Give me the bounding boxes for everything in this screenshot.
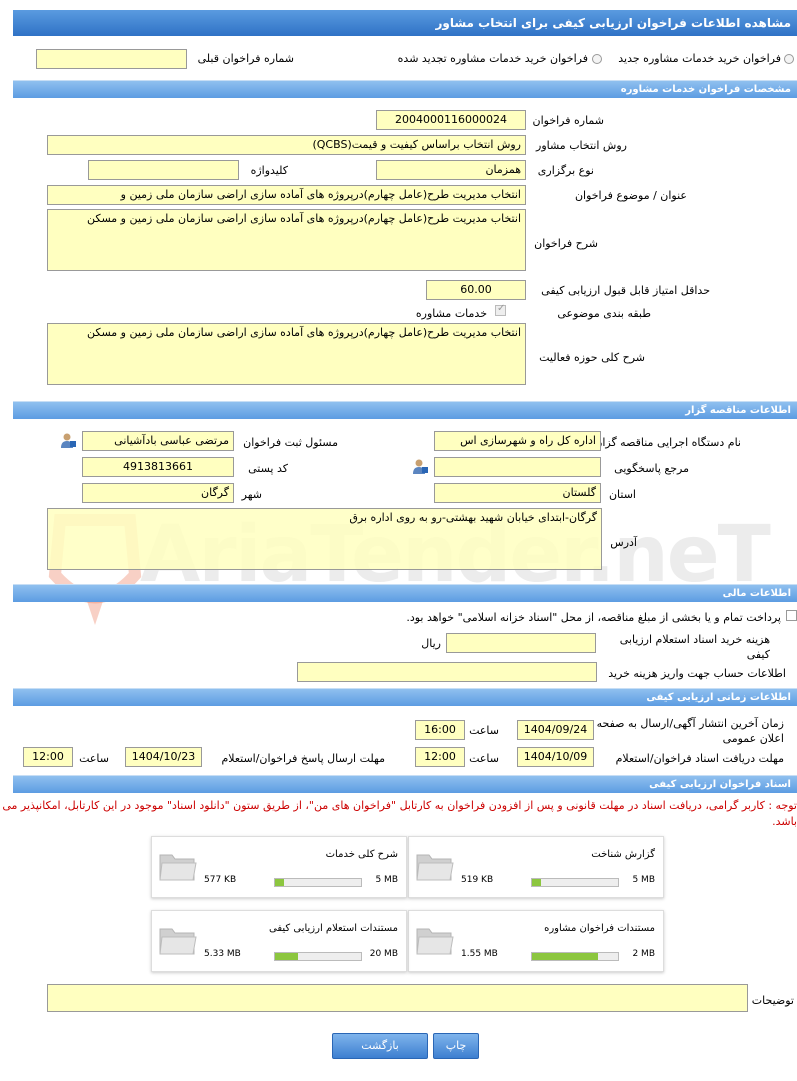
doc-card[interactable]: گزارش شناخت 519 KB 5 MB <box>408 836 664 898</box>
keyword-label: کلیدواژه <box>250 164 288 177</box>
doc-card-used: 519 KB <box>461 875 494 885</box>
doc-card-progress <box>274 952 362 961</box>
prev-number-label: شماره فراخوان قبلی <box>197 52 294 65</box>
fee-unit: ریال <box>421 637 441 650</box>
doc-card-title: مستندات فراخوان مشاوره <box>544 923 655 934</box>
publish-time-label: ساعت <box>469 724 499 737</box>
page-title: مشاهده اطلاعات فراخوان ارزیابی کیفی برای… <box>13 10 797 36</box>
doc-card-used: 1.55 MB <box>461 949 498 959</box>
print-button[interactable]: چاپ <box>433 1033 479 1059</box>
doc-card-progress <box>274 878 362 887</box>
doc-card-title: شرح کلی خدمات <box>325 849 398 860</box>
org-field: اداره کل راه و شهرسازی اس <box>434 431 601 451</box>
publish-label: زمان آخرین انتشار آگهی/ارسال به صفحه اعل… <box>596 717 784 745</box>
scope-label: شرح کلی حوزه فعالیت <box>539 351 645 364</box>
radio-new-label: فراخوان خرید خدمات مشاوره جدید <box>618 52 781 65</box>
doc-card-progress <box>531 878 619 887</box>
fee-field <box>446 633 596 653</box>
postal-label: کد پستی <box>248 462 288 475</box>
treasury-checkbox[interactable] <box>786 610 797 621</box>
reply-time-field: 12:00 <box>23 747 73 767</box>
subject-field: انتخاب مدیریت طرح(عامل چهارم)درپروژه های… <box>47 185 526 205</box>
doc-card-max: 5 MB <box>632 875 655 885</box>
doc-card-progress <box>531 952 619 961</box>
scope-field: انتخاب مدیریت طرح(عامل چهارم)درپروژه های… <box>47 323 526 385</box>
minscore-label: حداقل امتیاز قابل قبول ارزیابی کیفی <box>541 284 710 297</box>
treasury-text: پرداخت تمام و یا بخشی از مبلغ مناقصه، از… <box>406 611 781 624</box>
doc-card-used: 5.33 MB <box>204 949 241 959</box>
section-header-tenderer: اطلاعات مناقصه گزار <box>13 401 797 419</box>
radio-new-consulting[interactable] <box>784 54 794 64</box>
radio-renewed-consulting[interactable] <box>592 54 602 64</box>
type-label: نوع برگزاری <box>537 164 594 177</box>
account-label: اطلاعات حساب جهت واریز هزینه خرید <box>608 667 786 680</box>
receive-label: مهلت دریافت اسناد فراخوان/استعلام <box>615 752 784 765</box>
postal-field: 4913813661 <box>82 457 234 477</box>
publish-time-field: 16:00 <box>415 720 465 740</box>
folder-icon <box>159 928 197 955</box>
doc-card-max: 5 MB <box>375 875 398 885</box>
doc-card-used: 577 KB <box>204 875 237 885</box>
method-label: روش انتخاب مشاور <box>536 139 627 152</box>
doc-card-max: 20 MB <box>369 949 398 959</box>
doc-card[interactable]: مستندات فراخوان مشاوره 1.55 MB 2 MB <box>408 910 664 972</box>
description-field: انتخاب مدیریت طرح(عامل چهارم)درپروژه های… <box>47 209 526 271</box>
doc-card-progress-fill <box>275 879 285 886</box>
reply-time-label: ساعت <box>79 752 109 765</box>
account-field <box>297 662 597 682</box>
doc-card[interactable]: شرح کلی خدمات 577 KB 5 MB <box>151 836 407 898</box>
fee-label: هزینه خرید اسناد استعلام ارزیابی کیفی <box>619 633 770 661</box>
address-label: آدرس <box>610 536 637 549</box>
registrar-field: مرتضی عباسی بادآشیانی <box>82 431 234 451</box>
doc-card-max: 2 MB <box>632 949 655 959</box>
category-label: طبقه بندی موضوعی <box>557 307 651 320</box>
reply-label: مهلت ارسال پاسخ فراخوان/استعلام <box>221 752 385 765</box>
subject-label: عنوان / موضوع فراخوان <box>574 189 687 202</box>
minscore-field: 60.00 <box>426 280 526 300</box>
radio-renewed-label: فراخوان خرید خدمات مشاوره تجدید شده <box>397 52 588 65</box>
section-header-docs: اسناد فراخوان ارزیابی کیفی <box>13 775 797 793</box>
publish-date-field: 1404/09/24 <box>517 720 594 740</box>
province-field: گلستان <box>434 483 601 503</box>
folder-icon <box>416 854 454 881</box>
notes-field <box>47 984 748 1012</box>
receive-date-field: 1404/10/09 <box>517 747 594 767</box>
section-header-specs: مشخصات فراخوان خدمات مشاوره <box>13 80 797 98</box>
doc-card-title: مستندات استعلام ارزیابی کیفی <box>268 923 398 934</box>
folder-icon <box>416 928 454 955</box>
prev-number-field[interactable] <box>36 49 187 69</box>
registrar-user-icon[interactable] <box>60 432 76 448</box>
notes-label: توضیحات <box>751 994 794 1007</box>
folder-icon <box>159 854 197 881</box>
doc-card-progress-fill <box>275 953 299 960</box>
type-field: همزمان <box>376 160 526 180</box>
ref-field <box>434 457 601 477</box>
section-header-finance: اطلاعات مالی <box>13 584 797 602</box>
city-label: شهر <box>241 488 262 501</box>
reply-date-field: 1404/10/23 <box>125 747 202 767</box>
number-label: شماره فراخوان <box>532 114 605 127</box>
category-checkbox <box>495 303 506 316</box>
section-header-timing: اطلاعات زمانی ارزیابی کیفی <box>13 688 797 706</box>
registrar-label: مسئول ثبت فراخوان <box>243 436 338 449</box>
doc-card-title: گزارش شناخت <box>591 849 655 860</box>
doc-card[interactable]: مستندات استعلام ارزیابی کیفی 5.33 MB 20 MB <box>151 910 407 972</box>
province-label: استان <box>608 488 636 501</box>
number-field: 2004000116000024 <box>376 110 526 130</box>
doc-card-progress-fill <box>532 953 599 960</box>
receive-time-label: ساعت <box>469 752 499 765</box>
method-field: روش انتخاب براساس کیفیت و قیمت(QCBS) <box>47 135 526 155</box>
ref-label: مرجع پاسخگویی <box>614 462 689 475</box>
org-label: نام دستگاه اجرایی مناقصه گزار <box>597 436 741 449</box>
category-value: خدمات مشاوره <box>415 307 487 320</box>
back-button[interactable]: بازگشت <box>332 1033 428 1059</box>
keyword-field <box>88 160 239 180</box>
ref-user-icon[interactable] <box>412 458 428 474</box>
receive-time-field: 12:00 <box>415 747 465 767</box>
doc-card-progress-fill <box>532 879 541 886</box>
docs-note: توجه : کاربر گرامی، دریافت اسناد در مهلت… <box>2 799 797 828</box>
description-label: شرح فراخوان <box>534 237 598 250</box>
address-field: گرگان-ابتدای خیابان شهید بهشتی-رو به روی… <box>47 508 602 570</box>
city-field: گرگان <box>82 483 234 503</box>
